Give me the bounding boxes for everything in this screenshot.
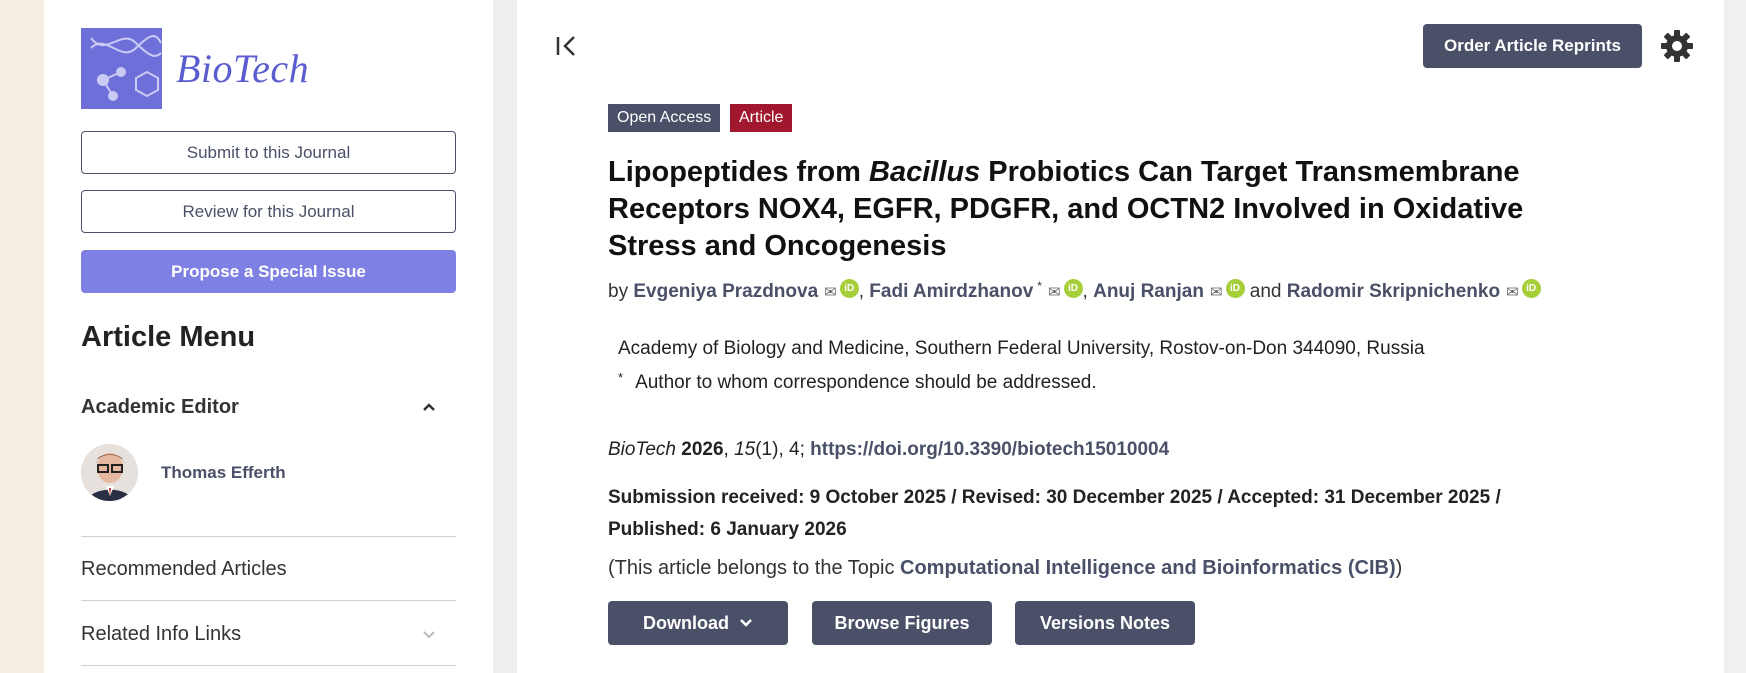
browse-figures-button[interactable]: Browse Figures — [812, 601, 992, 645]
article-menu-title: Article Menu — [81, 321, 256, 353]
related-info-links[interactable]: Related Info Links — [81, 623, 456, 646]
order-reprints-button[interactable]: Order Article Reprints — [1423, 24, 1642, 68]
divider — [81, 665, 456, 666]
recommended-articles-link[interactable]: Recommended Articles — [81, 558, 456, 581]
recommended-articles-label: Recommended Articles — [81, 558, 287, 580]
chevron-up-icon — [422, 399, 436, 417]
chevron-down-icon — [422, 627, 436, 643]
affiliation: Academy of Biology and Medicine, Souther… — [618, 338, 1425, 359]
doi-link[interactable]: https://doi.org/10.3390/biotech15010004 — [810, 439, 1169, 460]
citation: BioTech 2026, 15(1), 4; https://doi.org/… — [608, 439, 1170, 460]
mail-icon[interactable]: ✉ — [1048, 283, 1061, 301]
orcid-icon[interactable]: iD — [839, 278, 859, 298]
divider — [81, 536, 456, 537]
orcid-icon[interactable]: iD — [1521, 278, 1541, 298]
author-link[interactable]: Radomir Skripnichenko — [1287, 281, 1500, 303]
related-info-label: Related Info Links — [81, 623, 242, 645]
open-access-badge: Open Access — [608, 104, 721, 132]
collapse-sidebar-icon[interactable] — [554, 33, 580, 59]
corresponding-marker: * — [1037, 279, 1042, 293]
propose-special-issue-button[interactable]: Propose a Special Issue — [81, 250, 456, 293]
journal-logo-text: BioTech — [176, 46, 310, 91]
editor-avatar — [81, 444, 138, 501]
sidebar: BioTech Submit to this Journal Review fo… — [44, 0, 493, 673]
scroll-gutter — [1724, 0, 1746, 673]
editor-name-link[interactable]: Thomas Efferth — [161, 463, 286, 483]
orcid-icon[interactable]: iD — [1225, 278, 1245, 298]
mail-icon[interactable]: ✉ — [824, 283, 837, 301]
download-button[interactable]: Download — [608, 601, 788, 645]
article-main: Order Article Reprints Open Access Artic… — [517, 0, 1724, 673]
gear-icon[interactable] — [1659, 28, 1695, 64]
divider — [81, 600, 456, 601]
publication-dates: Submission received: 9 October 2025 / Re… — [608, 487, 1501, 540]
mail-icon[interactable]: ✉ — [1210, 283, 1223, 301]
versions-notes-button[interactable]: Versions Notes — [1015, 601, 1195, 645]
topic-note: (This article belongs to the Topic Compu… — [608, 557, 1403, 579]
review-button[interactable]: Review for this Journal — [81, 190, 456, 233]
author-link[interactable]: Fadi Amirdzhanov — [869, 281, 1033, 303]
mail-icon[interactable]: ✉ — [1506, 283, 1519, 301]
correspondence-note: * Author to whom correspondence should be… — [618, 370, 1097, 393]
academic-editor[interactable]: Thomas Efferth — [81, 444, 286, 501]
column-gap — [493, 0, 517, 673]
academic-editor-label: Academic Editor — [81, 396, 239, 418]
article-type-badge: Article — [730, 104, 793, 132]
author-link[interactable]: Anuj Ranjan — [1093, 281, 1204, 303]
journal-logo[interactable]: BioTech — [81, 28, 309, 109]
academic-editor-toggle[interactable]: Academic Editor — [81, 396, 456, 419]
orcid-icon[interactable]: iD — [1063, 278, 1083, 298]
author-link[interactable]: Evgeniya Prazdnova — [633, 281, 818, 303]
submit-button[interactable]: Submit to this Journal — [81, 131, 456, 174]
topic-link[interactable]: Computational Intelligence and Bioinform… — [900, 557, 1396, 579]
article-title: Lipopeptides from Bacillus Probiotics Ca… — [608, 156, 1524, 262]
author-list: by Evgeniya Prazdnova ✉ iD, Fadi Amirdzh… — [608, 278, 1541, 303]
dna-logo-icon — [81, 28, 162, 109]
chevron-down-icon — [739, 618, 753, 628]
